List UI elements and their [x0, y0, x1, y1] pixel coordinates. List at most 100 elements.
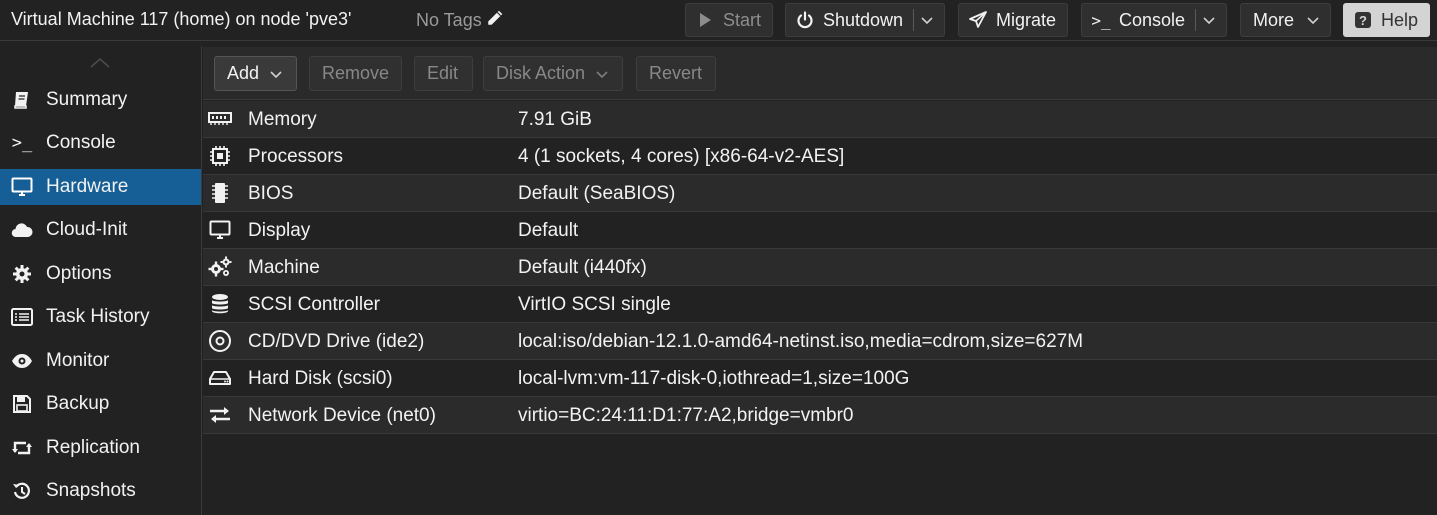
row-name: Machine	[248, 257, 320, 278]
table-row[interactable]: BIOS Default (SeaBIOS)	[203, 175, 1437, 212]
terminal-icon: >_	[1091, 10, 1111, 30]
sidebar-item-label: Hardware	[46, 176, 129, 197]
disk-action-button[interactable]: Disk Action	[483, 56, 623, 91]
chevron-up-icon[interactable]	[88, 56, 112, 70]
console-button[interactable]: >_ Console	[1081, 3, 1227, 37]
cdrom-icon	[208, 329, 232, 353]
row-value: local:iso/debian-12.1.0-amd64-netinst.is…	[518, 331, 1084, 352]
database-icon	[208, 292, 232, 316]
start-button[interactable]: Start	[685, 3, 773, 37]
table-row[interactable]: Network Device (net0) virtio=BC:24:11:D1…	[203, 397, 1437, 434]
chevron-down-icon	[1306, 13, 1320, 27]
more-button[interactable]: More	[1240, 3, 1331, 37]
terminal-icon: >_	[11, 133, 33, 153]
sidebar-item-label: Monitor	[46, 350, 110, 371]
cpu-icon	[208, 144, 232, 168]
revert-button[interactable]: Revert	[636, 56, 716, 91]
row-value: virtio=BC:24:11:D1:77:A2,bridge=vmbr0	[518, 405, 854, 426]
sidebar-item-options[interactable]: Options	[0, 256, 201, 292]
sidebar: Summary >_ Console Hardware Cloud-Init O…	[0, 46, 202, 515]
row-name: Hard Disk (scsi0)	[248, 368, 393, 389]
edit-button[interactable]: Edit	[414, 56, 473, 91]
sidebar-item-replication[interactable]: Replication	[0, 430, 201, 466]
sidebar-item-label: Backup	[46, 393, 110, 414]
row-name: BIOS	[248, 183, 294, 204]
cogs-icon	[208, 255, 232, 279]
row-value: VirtIO SCSI single	[518, 294, 671, 315]
row-value: local-lvm:vm-117-disk-0,iothread=1,size=…	[518, 368, 910, 389]
tags-label: No Tags	[416, 10, 482, 30]
row-name: Display	[248, 220, 311, 241]
hdd-icon	[208, 366, 232, 390]
sidebar-item-summary[interactable]: Summary	[0, 82, 201, 118]
row-value: Default	[518, 220, 579, 241]
console-label: Console	[1119, 9, 1186, 30]
table-row[interactable]: Display Default	[203, 212, 1437, 249]
list-icon	[10, 306, 34, 328]
row-value: Default (i440fx)	[518, 257, 647, 278]
more-label: More	[1253, 9, 1295, 30]
remove-button[interactable]: Remove	[309, 56, 402, 91]
table-row[interactable]: Machine Default (i440fx)	[203, 249, 1437, 286]
shutdown-label: Shutdown	[823, 9, 904, 30]
sidebar-item-label: Summary	[46, 89, 128, 110]
floppy-icon	[10, 393, 34, 415]
row-name: CD/DVD Drive (ide2)	[248, 331, 425, 352]
sidebar-item-hardware[interactable]: Hardware	[0, 169, 201, 205]
exchange-icon	[208, 403, 232, 427]
chevron-down-icon[interactable]	[920, 13, 934, 27]
svg-text:?: ?	[1359, 13, 1367, 28]
row-value: 4 (1 sockets, 4 cores) [x86-64-v2-AES]	[518, 146, 845, 167]
tags-editor[interactable]: No Tags	[416, 9, 504, 32]
table-row[interactable]: CD/DVD Drive (ide2) local:iso/debian-12.…	[203, 323, 1437, 360]
row-name: SCSI Controller	[248, 294, 380, 315]
add-label: Add	[227, 63, 260, 83]
desktop-icon	[208, 218, 232, 242]
table-row[interactable]: SCSI Controller VirtIO SCSI single	[203, 286, 1437, 323]
revert-label: Revert	[649, 63, 703, 83]
sidebar-item-console[interactable]: >_ Console	[0, 125, 201, 161]
help-button[interactable]: ? Help	[1343, 3, 1430, 37]
migrate-label: Migrate	[996, 9, 1057, 30]
hardware-toolbar: Add Remove Edit Disk Action Revert	[203, 47, 1437, 100]
shutdown-button[interactable]: Shutdown	[785, 3, 945, 37]
sidebar-item-label: Options	[46, 263, 112, 284]
chevron-down-icon	[269, 67, 283, 81]
sidebar-item-backup[interactable]: Backup	[0, 386, 201, 422]
help-label: Help	[1381, 9, 1419, 30]
chevron-down-icon[interactable]	[1202, 13, 1216, 27]
sidebar-item-label: Replication	[46, 437, 140, 458]
sidebar-item-label: Console	[46, 132, 116, 153]
remove-label: Remove	[322, 63, 390, 83]
microchip-icon	[208, 181, 232, 205]
sidebar-item-task-history[interactable]: Task History	[0, 299, 201, 335]
sidebar-item-label: Cloud-Init	[46, 219, 128, 240]
history-icon	[10, 480, 34, 502]
table-row[interactable]: Memory 7.91 GiB	[203, 101, 1437, 138]
eye-icon	[10, 350, 34, 372]
gear-icon	[10, 263, 34, 285]
migrate-button[interactable]: Migrate	[958, 3, 1068, 37]
edit-label: Edit	[427, 63, 459, 83]
retweet-icon	[10, 437, 34, 459]
sidebar-item-monitor[interactable]: Monitor	[0, 343, 201, 379]
start-label: Start	[723, 9, 762, 30]
table-row[interactable]: Hard Disk (scsi0) local-lvm:vm-117-disk-…	[203, 360, 1437, 397]
sidebar-item-cloud-init[interactable]: Cloud-Init	[0, 212, 201, 248]
power-icon	[794, 9, 816, 31]
pencil-icon[interactable]	[486, 9, 504, 32]
sidebar-item-label: Snapshots	[46, 480, 136, 501]
desktop-icon	[10, 176, 34, 198]
play-icon	[694, 9, 716, 31]
disk-action-label: Disk Action	[496, 63, 586, 83]
sidebar-item-snapshots[interactable]: Snapshots	[0, 473, 201, 509]
row-name: Memory	[248, 109, 317, 130]
cloud-icon	[10, 219, 34, 241]
table-row[interactable]: Processors 4 (1 sockets, 4 cores) [x86-6…	[203, 138, 1437, 175]
paper-plane-icon	[967, 9, 989, 31]
header-bar: Virtual Machine 117 (home) on node 'pve3…	[0, 0, 1437, 41]
add-button[interactable]: Add	[214, 56, 297, 91]
row-value: Default (SeaBIOS)	[518, 183, 676, 204]
page-title: Virtual Machine 117 (home) on node 'pve3…	[11, 9, 352, 29]
row-name: Network Device (net0)	[248, 405, 436, 426]
